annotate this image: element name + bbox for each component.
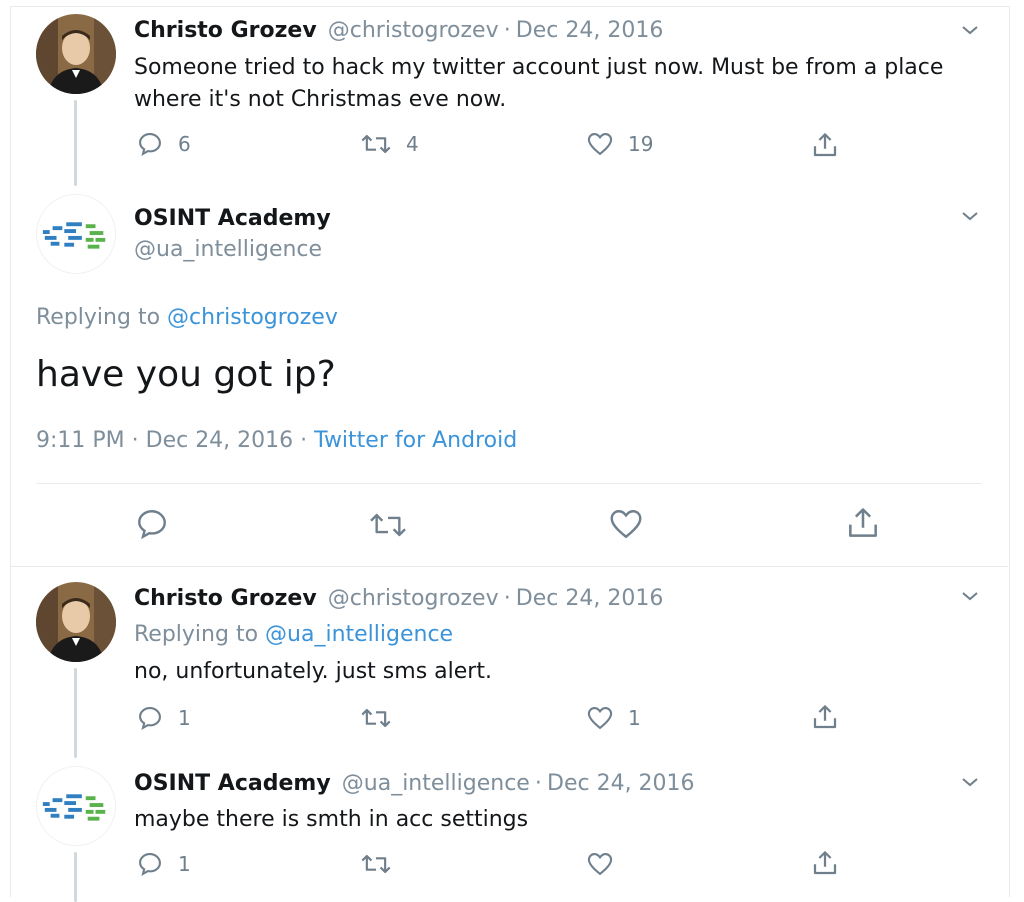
display-name[interactable]: Christo Grozev xyxy=(134,18,317,43)
reply-button[interactable]: 1 xyxy=(136,850,191,878)
avatar-christo-grozev[interactable] xyxy=(36,14,116,94)
reply-button[interactable] xyxy=(134,506,170,542)
share-button[interactable] xyxy=(810,130,840,160)
share-button[interactable] xyxy=(844,504,882,542)
share-icon xyxy=(810,130,840,160)
avatar-osint-academy[interactable] xyxy=(36,194,116,274)
display-name[interactable]: OSINT Academy xyxy=(134,771,331,796)
replying-to: Replying to @christogrozev xyxy=(36,305,338,330)
display-name[interactable]: OSINT Academy xyxy=(134,206,331,231)
reply-icon xyxy=(136,850,164,878)
osint-logo-icon xyxy=(42,794,106,821)
reply-count: 6 xyxy=(178,132,191,156)
retweet-icon xyxy=(368,508,408,542)
avatar-photo-icon xyxy=(36,582,116,662)
replying-handle-link[interactable]: @ua_intelligence xyxy=(265,622,453,647)
reply1-header: Christo Grozev @christogrozev · Dec 24, … xyxy=(134,586,663,611)
avatar-christo-grozev[interactable] xyxy=(36,582,116,662)
handle[interactable]: @christogrozev xyxy=(328,18,499,43)
tweet1-text: Someone tried to hack my twitter account… xyxy=(134,52,964,116)
handle[interactable]: @christogrozev xyxy=(328,586,499,611)
reply-count: 1 xyxy=(178,852,191,876)
reply-count: 1 xyxy=(178,706,191,730)
separator: · xyxy=(534,771,542,796)
like-button[interactable]: 1 xyxy=(586,704,641,732)
tweet-date[interactable]: Dec 24, 2016 xyxy=(547,771,695,796)
display-name[interactable]: Christo Grozev xyxy=(134,586,317,611)
reply1-text: no, unfortunately. just sms alert. xyxy=(134,659,492,684)
main-tweet-text: have you got ip? xyxy=(36,354,336,395)
like-icon xyxy=(608,506,644,542)
reply-icon xyxy=(134,506,170,542)
share-button[interactable] xyxy=(810,702,840,732)
reply-icon xyxy=(136,130,164,158)
share-icon xyxy=(810,848,840,878)
reply2-text: maybe there is smth in acc settings xyxy=(134,807,529,832)
like-count: 19 xyxy=(628,132,654,156)
thread-connector xyxy=(74,852,77,902)
like-count: 1 xyxy=(628,706,641,730)
divider xyxy=(10,566,1008,567)
divider xyxy=(36,483,982,484)
retweet-icon xyxy=(360,704,392,732)
avatar-photo-icon xyxy=(36,14,116,94)
reply-button[interactable]: 1 xyxy=(136,704,191,732)
replying-to: Replying to @ua_intelligence xyxy=(134,622,453,647)
share-button[interactable] xyxy=(810,848,840,878)
like-button[interactable] xyxy=(586,850,614,878)
thread-connector xyxy=(74,668,77,758)
retweet-button[interactable] xyxy=(360,850,392,878)
like-button[interactable] xyxy=(608,506,644,542)
replying-label: Replying to xyxy=(134,622,259,647)
timestamp-text[interactable]: 9:11 PM · Dec 24, 2016 · xyxy=(36,428,314,453)
avatar-osint-academy[interactable] xyxy=(36,766,116,846)
handle[interactable]: @ua_intelligence xyxy=(134,237,331,262)
share-icon xyxy=(844,504,882,542)
tweet-text-line: Someone tried to hack my twitter account… xyxy=(134,55,944,80)
retweet-icon xyxy=(360,850,392,878)
handle[interactable]: @ua_intelligence xyxy=(342,771,530,796)
reply-icon xyxy=(136,704,164,732)
share-icon xyxy=(810,702,840,732)
retweet-count: 4 xyxy=(406,132,419,156)
tweet1-header: Christo Grozev @christogrozev · Dec 24, … xyxy=(134,18,663,43)
reply-button[interactable]: 6 xyxy=(136,130,191,158)
osint-logo-icon xyxy=(42,222,106,249)
like-icon xyxy=(586,850,614,878)
like-icon xyxy=(586,130,614,158)
chevron-down-icon[interactable] xyxy=(958,770,982,794)
chevron-down-icon[interactable] xyxy=(958,204,982,228)
replying-handle-link[interactable]: @christogrozev xyxy=(167,305,338,330)
main-tweet-header: OSINT Academy @ua_intelligence xyxy=(134,206,331,262)
tweet-date[interactable]: Dec 24, 2016 xyxy=(516,18,664,43)
chevron-down-icon[interactable] xyxy=(958,584,982,608)
source-link[interactable]: Twitter for Android xyxy=(314,428,517,453)
retweet-icon xyxy=(360,130,392,158)
like-button[interactable]: 19 xyxy=(586,130,653,158)
separator: · xyxy=(503,18,511,43)
like-icon xyxy=(586,704,614,732)
thread-connector xyxy=(74,100,77,186)
chevron-down-icon[interactable] xyxy=(958,18,982,42)
reply2-header: OSINT Academy @ua_intelligence · Dec 24,… xyxy=(134,771,695,796)
replying-label: Replying to xyxy=(36,305,161,330)
separator: · xyxy=(503,586,511,611)
tweet-text-line: where it's not Christmas eve now. xyxy=(134,87,507,112)
retweet-button[interactable] xyxy=(368,508,408,542)
retweet-button[interactable] xyxy=(360,704,392,732)
tweet-timestamp: 9:11 PM · Dec 24, 2016 · Twitter for And… xyxy=(36,428,517,453)
tweet-date[interactable]: Dec 24, 2016 xyxy=(516,586,664,611)
retweet-button[interactable]: 4 xyxy=(360,130,419,158)
